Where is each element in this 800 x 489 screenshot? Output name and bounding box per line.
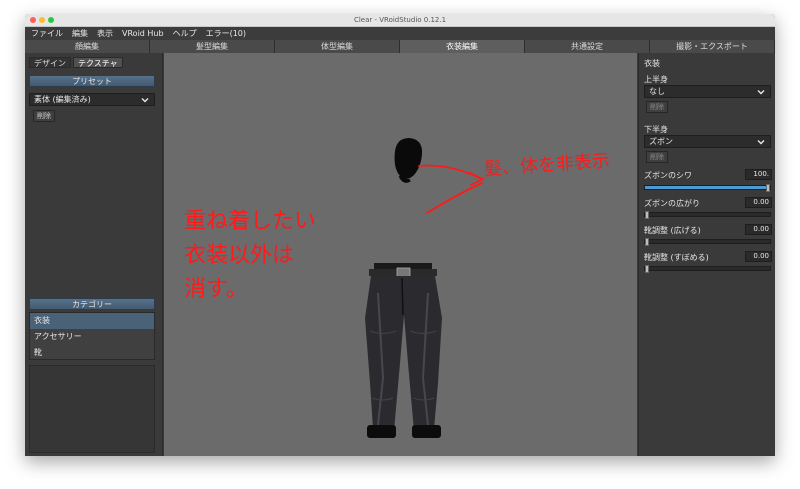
lower-body-label: 下半身 [644, 125, 668, 134]
right-panel: 衣装 上半身 なし 削除 下半身 ズボン 削除 ズボンのシワ 100. ズボンの… [638, 53, 775, 456]
tab-common-settings[interactable]: 共通設定 [525, 40, 650, 53]
annotation-left-note: 重ね着したい 衣装以外は 消す。 [184, 205, 344, 307]
category-header: カテゴリー [29, 298, 155, 310]
param-shoe-narrow-slider[interactable] [644, 265, 771, 273]
category-item-shoes[interactable]: 靴 [30, 345, 154, 361]
preset-dropdown[interactable]: 素体 (編集済み) [29, 93, 155, 106]
title-bar: Clear - VRoidStudio 0.12.1 [25, 14, 775, 27]
annotation-strokes [418, 164, 486, 214]
left-panel: デザイン テクスチャ プリセット 素体 (編集済み) 削除 カテゴリー 衣装 ア… [25, 53, 163, 456]
head-silhouette [394, 138, 423, 183]
slider-knob[interactable] [645, 211, 649, 219]
tab-hair-edit[interactable]: 髪型編集 [150, 40, 275, 53]
upper-body-delete-button[interactable]: 削除 [646, 101, 668, 113]
param-trouser-flare-value[interactable]: 0.00 [745, 197, 772, 208]
window-title: Clear - VRoidStudio 0.12.1 [353, 16, 447, 24]
menu-view[interactable]: 表示 [97, 28, 113, 39]
menu-file[interactable]: ファイル [31, 28, 63, 39]
trousers-model [365, 263, 442, 438]
param-shoe-narrow-value[interactable]: 0.00 [745, 251, 772, 262]
preset-dropdown-value: 素体 (編集済み) [34, 95, 91, 104]
param-trouser-wrinkle-slider[interactable] [644, 184, 771, 192]
param-trouser-flare-slider[interactable] [644, 211, 771, 219]
annotation-left-line-2: 衣装以外は [184, 243, 295, 268]
param-trouser-wrinkle-value[interactable]: 100. [745, 169, 772, 180]
3d-viewport[interactable]: 髪、体を非表示 重ね着したい 衣装以外は 消す。 [164, 53, 637, 456]
upper-body-label: 上半身 [644, 75, 668, 84]
category-detail-area [29, 365, 155, 453]
slider-knob[interactable] [645, 238, 649, 246]
category-item-accessory[interactable]: アクセサリー [30, 329, 154, 345]
slider-knob[interactable] [645, 265, 649, 273]
app-window: Clear - VRoidStudio 0.12.1 ファイル 編集 表示 VR… [25, 14, 775, 456]
design-texture-tabs: デザイン テクスチャ [29, 57, 125, 68]
menu-vroid-hub[interactable]: VRoid Hub [122, 29, 164, 38]
lower-body-dropdown[interactable]: ズボン [644, 135, 771, 148]
param-shoe-narrow-label: 靴調整 (すぼめる) [644, 253, 709, 262]
slider-knob[interactable] [766, 184, 770, 192]
lower-body-value: ズボン [649, 137, 673, 146]
category-list: 衣装 アクセサリー 靴 [29, 312, 155, 360]
param-shoe-widen-slider[interactable] [644, 238, 771, 246]
tab-body-edit[interactable]: 体型編集 [275, 40, 400, 53]
upper-body-value: なし [649, 87, 665, 96]
chevron-down-icon [141, 98, 149, 103]
menu-bar: ファイル 編集 表示 VRoid Hub ヘルプ エラー(10) [25, 27, 775, 40]
category-item-outfit[interactable]: 衣装 [30, 313, 154, 329]
preset-delete-button[interactable]: 削除 [33, 110, 55, 122]
lower-body-delete-button[interactable]: 削除 [646, 151, 668, 163]
tab-design[interactable]: デザイン [29, 57, 71, 68]
upper-body-dropdown[interactable]: なし [644, 85, 771, 98]
tab-face-edit[interactable]: 顔編集 [25, 40, 150, 53]
menu-help[interactable]: ヘルプ [173, 28, 197, 39]
outfit-section-title: 衣装 [644, 59, 660, 68]
param-trouser-flare-label: ズボンの広がり [644, 199, 700, 208]
annotation-left-line-3: 消す。 [184, 277, 248, 302]
menu-edit[interactable]: 編集 [72, 28, 88, 39]
param-shoe-widen-label: 靴調整 (広げる) [644, 226, 701, 235]
tab-outfit-edit[interactable]: 衣装編集 [400, 40, 525, 53]
slider-fill [645, 186, 770, 189]
menu-errors[interactable]: エラー(10) [206, 28, 246, 39]
preset-header: プリセット [29, 75, 155, 87]
tab-texture[interactable]: テクスチャ [73, 57, 123, 68]
tab-photo-export[interactable]: 撮影・エクスポート [650, 40, 775, 53]
annotation-left-line-1: 重ね着したい [184, 209, 317, 234]
chevron-down-icon [757, 90, 765, 95]
param-shoe-widen-value[interactable]: 0.00 [745, 224, 772, 235]
main-tab-bar: 顔編集 髪型編集 体型編集 衣装編集 共通設定 撮影・エクスポート [25, 40, 775, 53]
param-trouser-wrinkle-label: ズボンのシワ [644, 171, 692, 180]
chevron-down-icon [757, 140, 765, 145]
